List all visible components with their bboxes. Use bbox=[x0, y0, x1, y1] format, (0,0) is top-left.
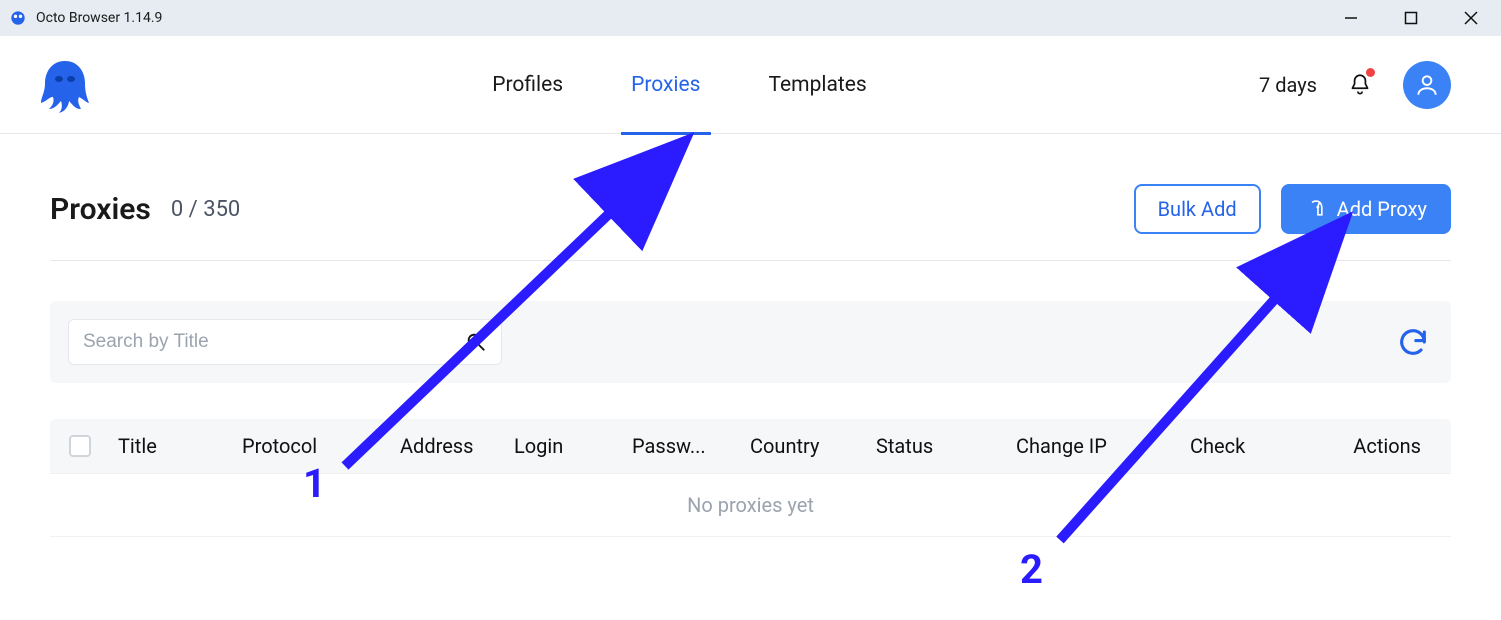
select-all-checkbox[interactable] bbox=[69, 435, 91, 457]
account-avatar[interactable] bbox=[1403, 61, 1451, 109]
maximize-button[interactable] bbox=[1381, 0, 1441, 36]
column-actions: Actions bbox=[1328, 434, 1451, 458]
nav-proxies[interactable]: Proxies bbox=[627, 73, 704, 97]
refresh-button[interactable] bbox=[1393, 325, 1433, 359]
column-title[interactable]: Title bbox=[110, 434, 234, 458]
page-head: Proxies 0 / 350 Bulk Add Add Proxy bbox=[50, 184, 1451, 261]
nav-profiles[interactable]: Profiles bbox=[488, 73, 567, 97]
main-nav: Profiles Proxies Templates bbox=[100, 73, 1259, 97]
empty-state: No proxies yet bbox=[50, 473, 1451, 537]
subscription-days[interactable]: 7 days bbox=[1259, 73, 1317, 97]
column-login[interactable]: Login bbox=[506, 434, 624, 458]
proxy-counter: 0 / 350 bbox=[171, 197, 240, 222]
window-controls bbox=[1321, 0, 1501, 36]
page: Proxies 0 / 350 Bulk Add Add Proxy Title… bbox=[0, 134, 1501, 537]
user-icon bbox=[1414, 72, 1440, 98]
notification-dot-icon bbox=[1366, 68, 1375, 77]
notifications-button[interactable] bbox=[1347, 72, 1373, 98]
refresh-icon bbox=[1396, 325, 1430, 359]
column-status[interactable]: Status bbox=[868, 434, 1008, 458]
column-changeip[interactable]: Change IP bbox=[1008, 434, 1182, 458]
add-proxy-button[interactable]: Add Proxy bbox=[1281, 184, 1451, 234]
window-title: Octo Browser 1.14.9 bbox=[36, 10, 162, 26]
search-icon bbox=[465, 331, 487, 353]
search-bar bbox=[50, 301, 1451, 383]
table-header: Title Protocol Address Login Passw... Co… bbox=[50, 419, 1451, 473]
app-header: Profiles Proxies Templates 7 days bbox=[0, 36, 1501, 134]
search-input-wrap[interactable] bbox=[68, 319, 502, 365]
annotation-2: 2 bbox=[1020, 546, 1043, 593]
header-right: 7 days bbox=[1259, 61, 1451, 109]
column-address[interactable]: Address bbox=[392, 434, 506, 458]
rocket-icon bbox=[1305, 198, 1327, 220]
annotation-1: 1 bbox=[303, 460, 326, 507]
column-country[interactable]: Country bbox=[742, 434, 868, 458]
search-input[interactable] bbox=[83, 331, 465, 353]
bulk-add-button[interactable]: Bulk Add bbox=[1134, 184, 1261, 234]
app-logo-small bbox=[8, 8, 28, 28]
window-titlebar: Octo Browser 1.14.9 bbox=[0, 0, 1501, 36]
minimize-button[interactable] bbox=[1321, 0, 1381, 36]
column-password[interactable]: Passw... bbox=[624, 434, 742, 458]
nav-templates[interactable]: Templates bbox=[765, 73, 871, 97]
close-button[interactable] bbox=[1441, 0, 1501, 36]
page-title: Proxies bbox=[50, 192, 151, 227]
column-protocol[interactable]: Protocol bbox=[234, 434, 392, 458]
app-logo bbox=[30, 53, 100, 117]
proxies-table: Title Protocol Address Login Passw... Co… bbox=[50, 419, 1451, 537]
add-proxy-label: Add Proxy bbox=[1337, 197, 1427, 221]
column-check[interactable]: Check bbox=[1182, 434, 1328, 458]
page-actions: Bulk Add Add Proxy bbox=[1134, 184, 1451, 234]
